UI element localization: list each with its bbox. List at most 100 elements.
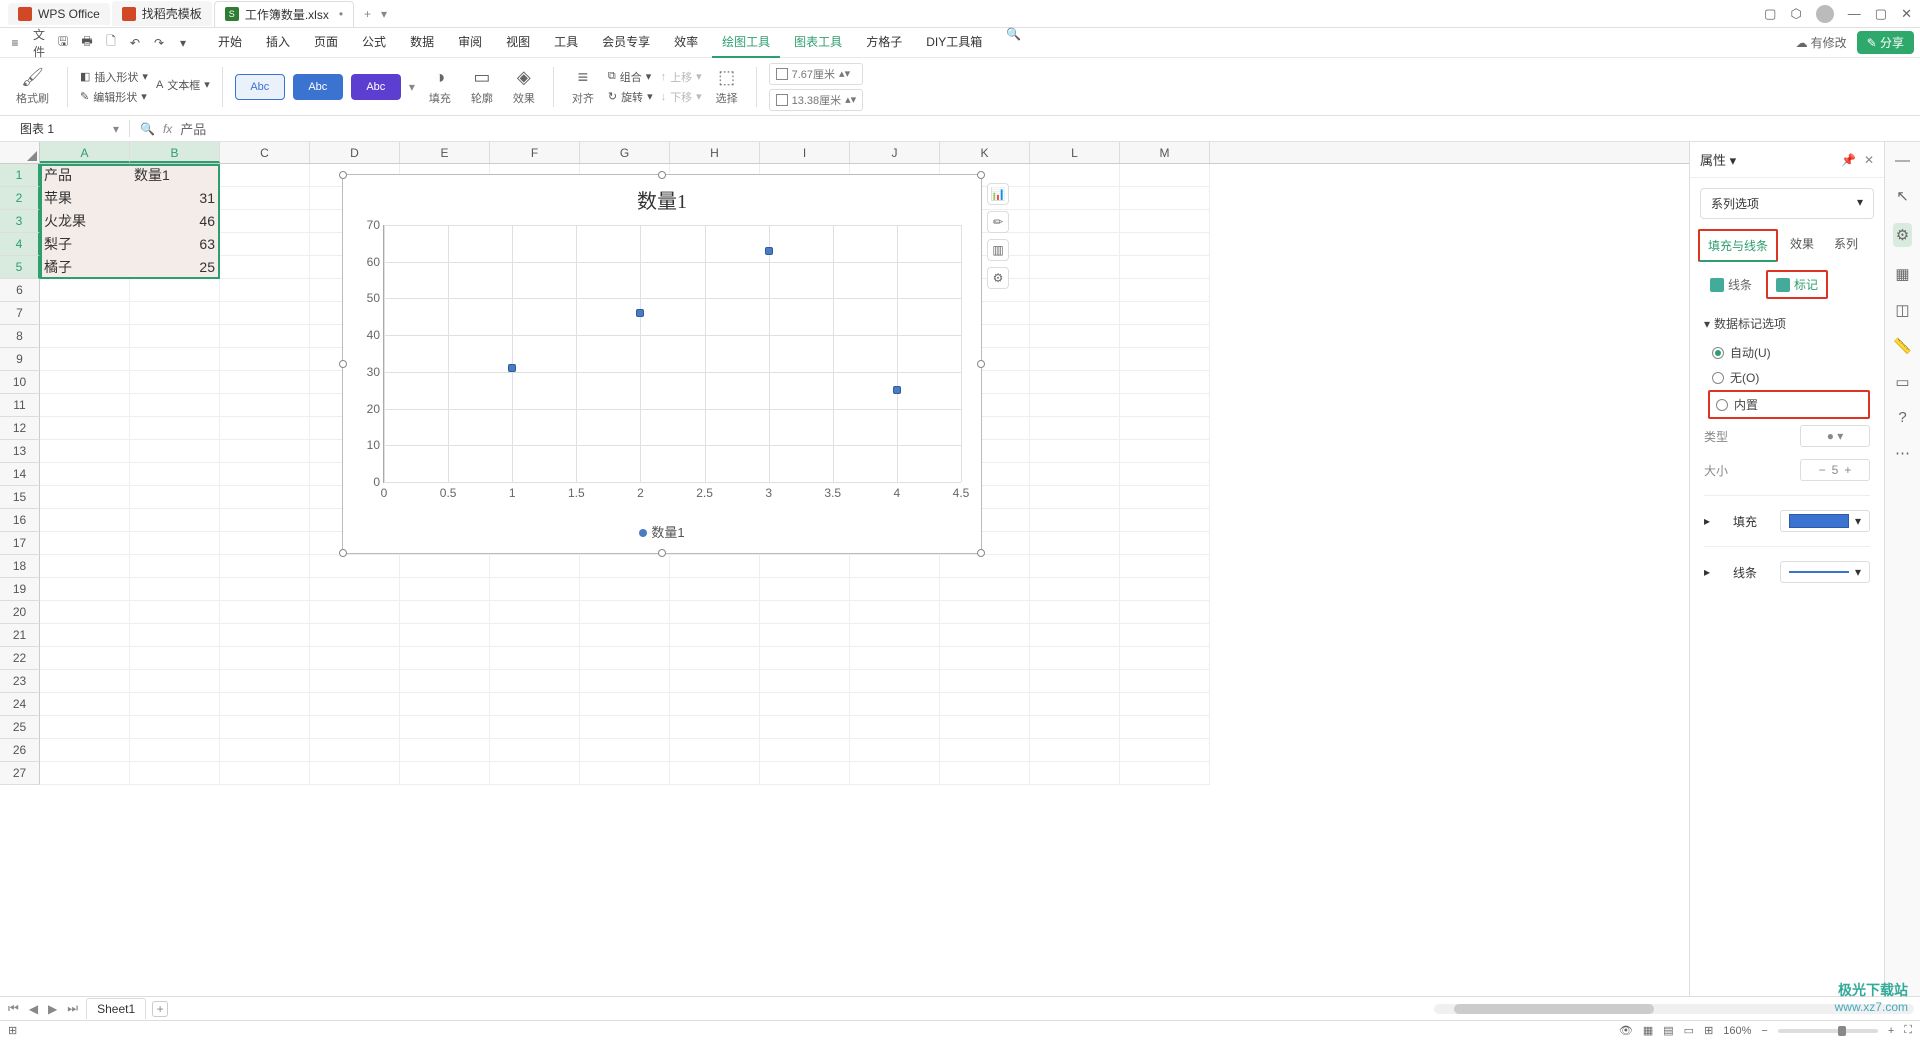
cell[interactable]: 46 — [130, 210, 220, 233]
cell[interactable] — [220, 555, 310, 578]
cell[interactable] — [130, 555, 220, 578]
cell[interactable] — [670, 693, 760, 716]
cell[interactable] — [1030, 509, 1120, 532]
height-input[interactable]: 13.38厘米▴▾ — [769, 89, 864, 111]
cell[interactable] — [130, 279, 220, 302]
cell[interactable] — [1120, 762, 1210, 785]
row-header[interactable]: 15 — [0, 486, 40, 509]
col-header[interactable]: C — [220, 142, 310, 163]
cell[interactable] — [220, 210, 310, 233]
data-point[interactable] — [508, 364, 516, 372]
cell[interactable] — [580, 762, 670, 785]
cell[interactable] — [670, 762, 760, 785]
row-header[interactable]: 10 — [0, 371, 40, 394]
cell[interactable] — [850, 555, 940, 578]
cell[interactable] — [1120, 647, 1210, 670]
style-abc-1[interactable]: Abc — [235, 74, 285, 100]
cell[interactable] — [490, 693, 580, 716]
cell[interactable]: 产品 — [40, 164, 130, 187]
radio-auto[interactable]: 自动(U) — [1712, 340, 1870, 365]
cell[interactable] — [130, 647, 220, 670]
cells-grid[interactable]: 数量1 01020304050607000.511.522.533.544.5 … — [40, 164, 1689, 785]
cell[interactable] — [130, 716, 220, 739]
edit-shape-button[interactable]: ✎ 编辑形状 ▾ — [80, 89, 148, 105]
zoom-out-button[interactable]: − — [1761, 1025, 1767, 1037]
strip-layers-icon[interactable]: ◫ — [1895, 301, 1909, 319]
cell[interactable] — [130, 601, 220, 624]
cell[interactable]: 数量1 — [130, 164, 220, 187]
cell[interactable] — [1030, 302, 1120, 325]
chart-object[interactable]: 数量1 01020304050607000.511.522.533.544.5 … — [342, 174, 982, 554]
cell[interactable] — [40, 302, 130, 325]
cell[interactable] — [490, 601, 580, 624]
cell[interactable] — [1120, 739, 1210, 762]
cell[interactable] — [220, 670, 310, 693]
tab-fanggezi[interactable]: 方格子 — [856, 27, 912, 58]
chart-tool-filter[interactable]: ▥ — [987, 239, 1009, 261]
cell[interactable] — [130, 348, 220, 371]
row-header[interactable]: 25 — [0, 716, 40, 739]
tab-drawing-tools[interactable]: 绘图工具 — [712, 27, 780, 58]
cell[interactable] — [1120, 187, 1210, 210]
view-grid-icon[interactable]: ⊞ — [1704, 1024, 1713, 1037]
modified-button[interactable]: ☁ 有修改 — [1796, 34, 1847, 51]
cell[interactable] — [220, 601, 310, 624]
cell[interactable]: 25 — [130, 256, 220, 279]
cell[interactable] — [670, 647, 760, 670]
cell[interactable] — [850, 578, 940, 601]
cell[interactable] — [310, 578, 400, 601]
col-header[interactable]: J — [850, 142, 940, 163]
row-header[interactable]: 14 — [0, 463, 40, 486]
section-marker-options[interactable]: ▾ 数据标记选项 — [1704, 315, 1870, 332]
tab-page[interactable]: 页面 — [304, 27, 348, 58]
cell[interactable] — [40, 532, 130, 555]
strip-settings-icon[interactable]: ⚙ — [1893, 223, 1912, 247]
col-header[interactable]: H — [670, 142, 760, 163]
row-header[interactable]: 9 — [0, 348, 40, 371]
cell[interactable] — [940, 716, 1030, 739]
cell[interactable] — [670, 739, 760, 762]
cell[interactable]: 苹果 — [40, 187, 130, 210]
cell[interactable] — [310, 555, 400, 578]
line-section[interactable]: ▸ 线条 ▾ — [1704, 555, 1870, 589]
cell[interactable] — [1030, 555, 1120, 578]
view-page-icon[interactable]: ▤ — [1663, 1024, 1673, 1037]
cell[interactable] — [40, 555, 130, 578]
marker-size-stepper[interactable]: − 5 + — [1800, 459, 1870, 481]
cell[interactable] — [670, 670, 760, 693]
view-normal-icon[interactable]: ▦ — [1643, 1024, 1653, 1037]
col-header[interactable]: I — [760, 142, 850, 163]
outline-button[interactable]: ▭轮廓 — [465, 67, 499, 106]
cell[interactable] — [220, 716, 310, 739]
row-header[interactable]: 1 — [0, 164, 40, 187]
row-header[interactable]: 12 — [0, 417, 40, 440]
cell[interactable] — [40, 486, 130, 509]
cell[interactable] — [1030, 256, 1120, 279]
cell[interactable] — [1120, 624, 1210, 647]
cell[interactable] — [580, 716, 670, 739]
cell[interactable] — [130, 486, 220, 509]
app-tab-workbook[interactable]: S 工作簿数量.xlsx • — [214, 1, 354, 27]
cell[interactable] — [40, 348, 130, 371]
cell[interactable] — [850, 624, 940, 647]
cell[interactable] — [670, 601, 760, 624]
cell[interactable] — [760, 624, 850, 647]
search-icon[interactable]: 🔍 — [1006, 27, 1021, 58]
subtab-mark[interactable]: 标记 — [1766, 270, 1828, 299]
cell[interactable] — [1030, 210, 1120, 233]
cell[interactable] — [1120, 302, 1210, 325]
cell[interactable] — [220, 624, 310, 647]
row-header[interactable]: 16 — [0, 509, 40, 532]
cell[interactable] — [850, 670, 940, 693]
pin-icon[interactable]: 📌 — [1841, 153, 1856, 167]
minimize-button[interactable]: — — [1848, 6, 1861, 21]
fx-label[interactable]: fx — [163, 122, 172, 136]
col-header[interactable]: E — [400, 142, 490, 163]
cell[interactable] — [1030, 532, 1120, 555]
cell[interactable] — [310, 716, 400, 739]
add-sheet-button[interactable]: + — [152, 1001, 168, 1017]
style-abc-2[interactable]: Abc — [293, 74, 343, 100]
cell[interactable] — [1030, 463, 1120, 486]
cell[interactable] — [310, 739, 400, 762]
cell[interactable] — [850, 601, 940, 624]
